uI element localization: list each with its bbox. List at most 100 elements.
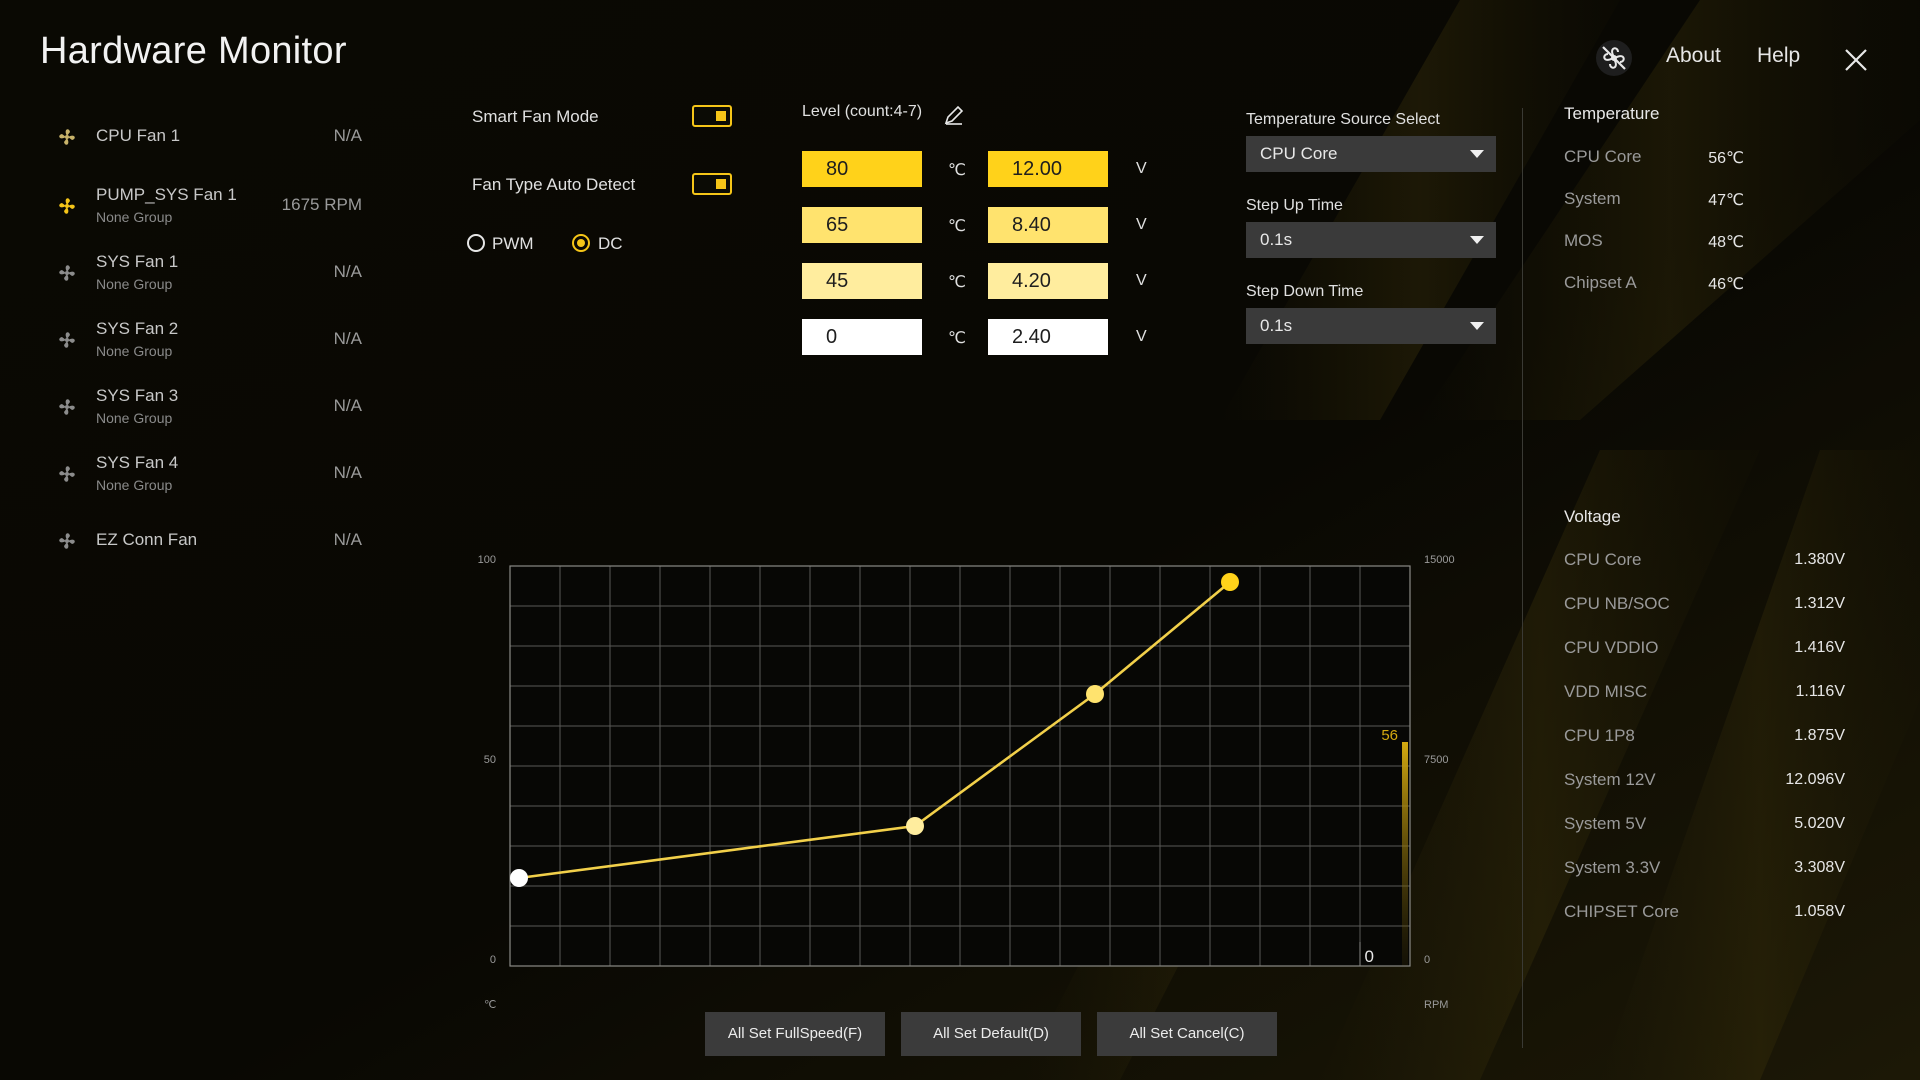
temp-item-value: 48℃ <box>1708 234 1744 251</box>
fan-icon <box>59 129 75 145</box>
volt-unit: V <box>1136 160 1147 177</box>
voltage-title: Voltage <box>1564 507 1621 526</box>
fan-value: 1675 RPM <box>281 195 362 214</box>
chevron-down-icon <box>1470 236 1484 244</box>
fan-icon <box>59 332 75 348</box>
volt-unit: V <box>1136 272 1147 289</box>
pwm-radio[interactable] <box>467 234 485 252</box>
volt-item-label: CPU VDDIO <box>1564 638 1659 657</box>
fan-name: SYS Fan 4 <box>96 453 179 472</box>
dc-radio[interactable] <box>572 234 590 252</box>
dc-label: DC <box>598 234 623 253</box>
level-volt-input[interactable]: 8.40 <box>988 207 1108 243</box>
all-set-fullspeed-button[interactable]: All Set FullSpeed(F) <box>705 1012 885 1056</box>
volt-item-value: 1.116V <box>1795 683 1845 700</box>
fan-group: None Group <box>96 209 173 225</box>
fan-item-sys-fan-1[interactable]: SYS Fan 1 None Group N/A <box>40 242 392 302</box>
fan-value: N/A <box>333 530 362 549</box>
curve-point[interactable] <box>1221 573 1239 591</box>
temp-source-label: Temperature Source Select <box>1246 111 1440 128</box>
level-label: Level (count:4-7) <box>802 103 923 120</box>
fan-item-cpu-fan-1[interactable]: CPU Fan 1 N/A <box>40 106 392 166</box>
help-link[interactable]: Help <box>1757 44 1800 68</box>
close-button[interactable] <box>1838 42 1872 76</box>
pwm-label: PWM <box>492 234 534 253</box>
all-set-default-button[interactable]: All Set Default(D) <box>901 1012 1081 1056</box>
temp-unit: ℃ <box>948 274 966 291</box>
fan-value: N/A <box>333 463 362 482</box>
volt-item-value: 1.058V <box>1794 903 1845 920</box>
app-title: Hardware Monitor <box>40 30 347 72</box>
fan-group: None Group <box>96 343 173 359</box>
fan-value: N/A <box>333 262 362 281</box>
fan-value: N/A <box>333 126 362 145</box>
fan-name: SYS Fan 3 <box>96 386 179 405</box>
fan-name: SYS Fan 2 <box>96 319 179 338</box>
volt-item-label: CPU Core <box>1564 550 1642 569</box>
temp-source-select[interactable]: CPU Core <box>1246 136 1496 172</box>
volt-item-value: 12.096V <box>1785 771 1845 788</box>
volt-item-value: 1.875V <box>1794 727 1845 744</box>
step-up-label: Step Up Time <box>1246 197 1343 214</box>
fan-name: CPU Fan 1 <box>96 126 181 145</box>
volt-item-label: VDD MISC <box>1564 682 1648 701</box>
temp-item-label: System <box>1564 189 1621 208</box>
fan-mute-button[interactable] <box>1590 34 1638 82</box>
about-link[interactable]: About <box>1666 44 1721 68</box>
temp-item-label: CPU Core <box>1564 147 1642 166</box>
fan-item-sys-fan-4[interactable]: SYS Fan 4 None Group N/A <box>40 443 392 503</box>
level-volt-input[interactable]: 2.40 <box>988 319 1108 355</box>
volt-item-label: System 3.3V <box>1564 858 1661 877</box>
radio-dot <box>577 239 585 247</box>
level-temp-input[interactable]: 80 <box>802 151 922 187</box>
fan-type-auto-detect-toggle[interactable] <box>692 173 732 195</box>
edit-level-icon[interactable] <box>942 103 966 127</box>
level-temp-input[interactable]: 0 <box>802 319 922 355</box>
fan-off-icon <box>1596 40 1632 76</box>
volt-item-value: 1.312V <box>1794 595 1845 612</box>
fan-icon <box>59 399 75 415</box>
step-down-label: Step Down Time <box>1246 283 1364 300</box>
level-temp-input[interactable]: 65 <box>802 207 922 243</box>
smart-fan-mode-label: Smart Fan Mode <box>472 107 599 126</box>
level-volt-input[interactable]: 4.20 <box>988 263 1108 299</box>
fan-icon <box>59 265 75 281</box>
step-up-value: 0.1s <box>1260 230 1293 249</box>
curve-point[interactable] <box>510 869 528 887</box>
temp-unit: ℃ <box>948 162 966 179</box>
curve-point[interactable] <box>906 817 924 835</box>
temp-item-label: Chipset A <box>1564 273 1637 292</box>
panel-divider <box>1522 108 1523 1048</box>
fan-item-sys-fan-2[interactable]: SYS Fan 2 None Group N/A <box>40 309 392 369</box>
fan-icon <box>59 533 75 549</box>
fan-item-sys-fan-3[interactable]: SYS Fan 3 None Group N/A <box>40 376 392 436</box>
volt-unit: V <box>1136 328 1147 345</box>
level-volt-input[interactable]: 12.00 <box>988 151 1108 187</box>
smart-fan-mode-toggle[interactable] <box>692 105 732 127</box>
fan-item-ez-conn-fan[interactable]: EZ Conn Fan N/A <box>40 510 392 570</box>
step-down-select[interactable]: 0.1s <box>1246 308 1496 344</box>
temp-source-value: CPU Core <box>1260 144 1338 163</box>
temp-item-label: MOS <box>1564 231 1603 250</box>
volt-item-value: 1.380V <box>1794 551 1845 568</box>
all-set-cancel-button[interactable]: All Set Cancel(C) <box>1097 1012 1277 1056</box>
chevron-down-icon <box>1470 150 1484 158</box>
fan-name: PUMP_SYS Fan 1 <box>96 185 237 204</box>
level-temp-input[interactable]: 45 <box>802 263 922 299</box>
volt-item-value: 5.020V <box>1794 815 1845 832</box>
temperature-title: Temperature <box>1564 104 1660 123</box>
fan-item-pump-sys-fan-1[interactable]: PUMP_SYS Fan 1 None Group 1675 RPM <box>40 175 392 235</box>
temp-item-value: 56℃ <box>1708 150 1744 167</box>
step-up-select[interactable]: 0.1s <box>1246 222 1496 258</box>
curve-point[interactable] <box>1086 685 1104 703</box>
fan-group: None Group <box>96 410 173 426</box>
volt-item-value: 3.308V <box>1794 859 1845 876</box>
fan-value: N/A <box>333 329 362 348</box>
fan-value: N/A <box>333 396 362 415</box>
step-down-value: 0.1s <box>1260 316 1293 335</box>
fan-type-auto-detect-label: Fan Type Auto Detect <box>472 175 636 194</box>
fan-group: None Group <box>96 477 173 493</box>
volt-item-label: System 12V <box>1564 770 1656 789</box>
fan-name: EZ Conn Fan <box>96 530 198 549</box>
volt-item-label: System 5V <box>1564 814 1647 833</box>
